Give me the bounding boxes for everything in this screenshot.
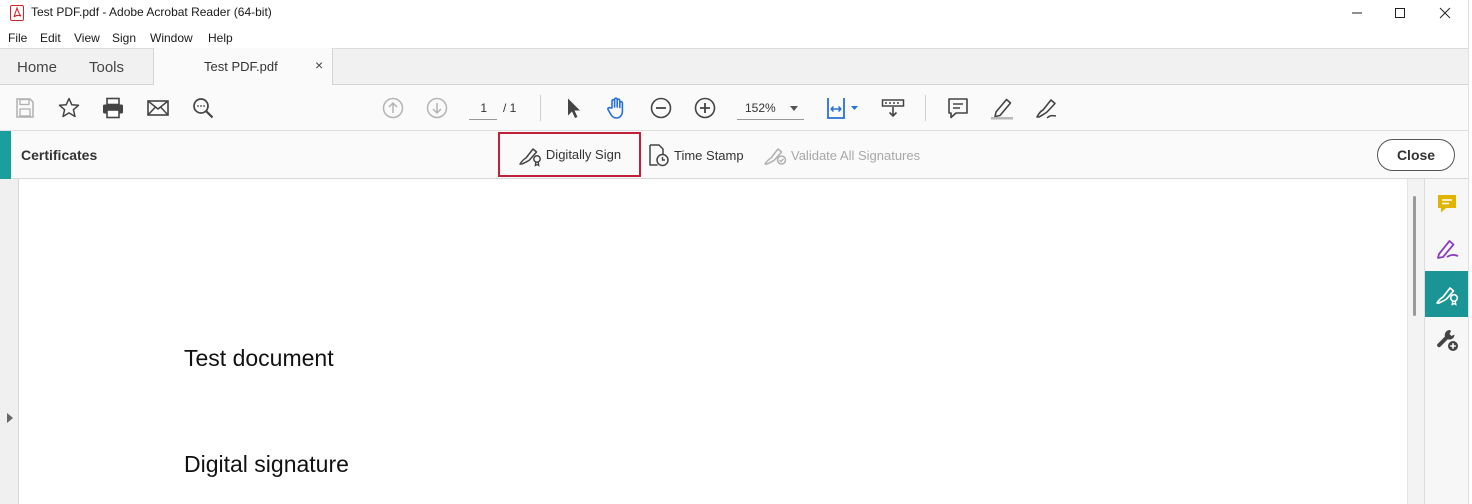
menu-edit[interactable]: Edit	[40, 31, 61, 45]
expand-panel-icon[interactable]	[7, 413, 13, 423]
time-stamp-icon	[649, 144, 669, 167]
tab-document-label: Test PDF.pdf	[204, 59, 278, 74]
minimize-button[interactable]	[1334, 0, 1380, 26]
scroll-mode-button[interactable]	[881, 96, 905, 120]
fill-sign-icon	[1437, 240, 1459, 259]
search-icon	[193, 98, 214, 119]
star-icon	[58, 97, 80, 118]
document-text-line: Test document	[184, 345, 334, 371]
fit-page-icon	[827, 98, 858, 119]
sign-tool-button[interactable]	[1034, 96, 1058, 120]
comment-icon	[1438, 195, 1456, 213]
tab-close-icon[interactable]: ×	[315, 57, 323, 73]
validate-all-signatures-button[interactable]: Validate All Signatures	[763, 131, 920, 179]
window-edge	[1468, 0, 1472, 504]
digitally-sign-label: Digitally Sign	[545, 147, 622, 162]
minimize-icon	[1352, 12, 1362, 14]
select-cursor-icon	[568, 98, 580, 118]
time-stamp-button[interactable]: Time Stamp	[646, 131, 744, 179]
acrobat-app-icon	[10, 5, 24, 21]
menu-bar: File Edit View Sign Window Help	[0, 27, 1472, 48]
search-button[interactable]	[191, 96, 215, 120]
highlight-tool-button[interactable]	[990, 96, 1014, 120]
zoom-level-select[interactable]: 152%	[737, 98, 804, 120]
save-button[interactable]	[13, 96, 37, 120]
menu-file[interactable]: File	[8, 31, 27, 45]
select-tool-button[interactable]	[562, 96, 586, 120]
zoom-out-button[interactable]	[649, 96, 673, 120]
rail-certificates-button[interactable]	[1425, 271, 1469, 317]
arrow-down-circle-icon	[426, 97, 448, 119]
tab-bar: Home Tools Test PDF.pdf ×	[0, 48, 1472, 86]
digitally-sign-button[interactable]: Digitally Sign	[498, 132, 641, 177]
validate-signature-icon	[764, 148, 787, 165]
close-tool-button[interactable]: Close	[1377, 139, 1455, 171]
sign-pen-icon	[1036, 99, 1057, 119]
title-bar: Test PDF.pdf - Adobe Acrobat Reader (64-…	[0, 0, 1472, 26]
comment-tool-button[interactable]	[946, 96, 970, 120]
fit-page-button[interactable]	[825, 96, 861, 120]
bookmark-button[interactable]	[57, 96, 81, 120]
page-total: / 1	[503, 101, 517, 115]
zoom-in-icon	[694, 97, 716, 119]
scroll-mode-icon	[881, 99, 905, 118]
window-close-button[interactable]	[1422, 0, 1468, 26]
scrollbar-thumb[interactable]	[1413, 196, 1416, 316]
document-view[interactable]: Test document Digital signature	[19, 179, 1407, 504]
next-page-button[interactable]	[425, 96, 449, 120]
highlight-pen-icon	[991, 98, 1013, 120]
right-tools-rail	[1424, 179, 1469, 504]
time-stamp-label: Time Stamp	[674, 147, 744, 163]
left-navigation-panel	[0, 179, 19, 504]
main-toolbar: 1 / 1 152%	[0, 85, 1472, 131]
menu-sign[interactable]: Sign	[112, 31, 136, 45]
window-title: Test PDF.pdf - Adobe Acrobat Reader (64-…	[31, 5, 272, 19]
print-icon	[103, 97, 123, 119]
toolbar-separator	[925, 95, 926, 121]
page-number-input[interactable]: 1	[469, 98, 497, 120]
rail-more-tools-button[interactable]	[1425, 317, 1469, 363]
previous-page-button[interactable]	[381, 96, 405, 120]
hand-tool-icon	[607, 97, 624, 119]
zoom-in-button[interactable]	[693, 96, 717, 120]
toolbar-separator	[540, 95, 541, 121]
close-icon	[1439, 7, 1451, 19]
email-button[interactable]	[146, 96, 170, 120]
vertical-scrollbar[interactable]	[1407, 179, 1424, 504]
menu-window[interactable]: Window	[150, 31, 193, 45]
tab-document[interactable]: Test PDF.pdf ×	[153, 48, 333, 86]
rail-comment-button[interactable]	[1425, 181, 1469, 227]
zoom-out-icon	[650, 97, 672, 119]
menu-view[interactable]: View	[74, 31, 100, 45]
maximize-button[interactable]	[1377, 0, 1423, 26]
tool-accent-strip	[0, 131, 11, 179]
zoom-value: 152%	[745, 101, 776, 115]
tab-home[interactable]: Home	[17, 59, 57, 76]
arrow-up-circle-icon	[382, 97, 404, 119]
certificates-icon	[1436, 287, 1459, 306]
email-icon	[147, 100, 169, 116]
wrench-add-icon	[1437, 329, 1458, 351]
hand-tool-button[interactable]	[605, 96, 629, 120]
certificates-toolbar: Certificates Digitally Sign Time Stamp V…	[0, 131, 1472, 179]
save-icon	[16, 98, 34, 118]
document-text-line: Digital signature	[184, 451, 349, 477]
chevron-down-icon	[790, 106, 798, 111]
digital-sign-pen-icon	[519, 147, 541, 167]
comment-icon	[948, 98, 968, 119]
print-button[interactable]	[101, 96, 125, 120]
tab-tools[interactable]: Tools	[89, 59, 124, 76]
validate-all-label: Validate All Signatures	[791, 147, 921, 163]
rail-fill-sign-button[interactable]	[1425, 225, 1469, 271]
menu-help[interactable]: Help	[208, 31, 233, 45]
maximize-icon	[1395, 8, 1405, 18]
certificates-title: Certificates	[21, 147, 98, 163]
